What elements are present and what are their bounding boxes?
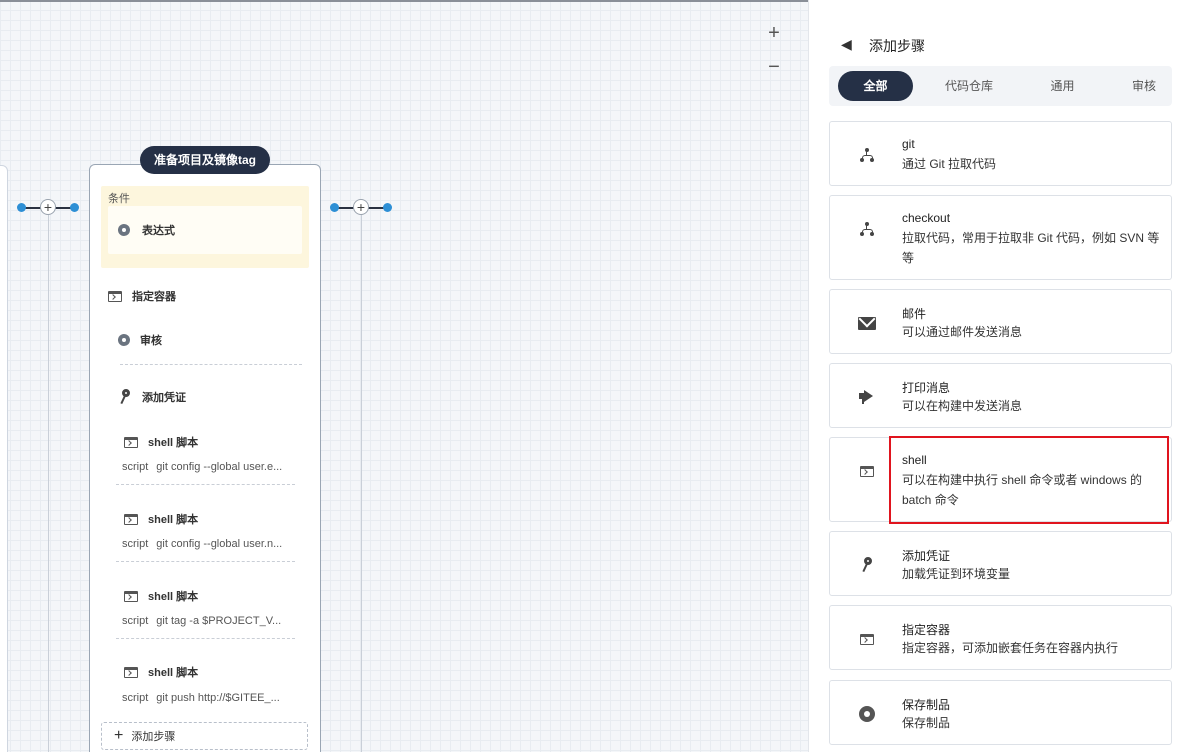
back-arrow-icon[interactable]: ◀ — [841, 36, 852, 53]
connector-dot — [383, 203, 392, 212]
card-desc: 指定容器，可添加嵌套任务在容器内执行 — [902, 641, 1119, 655]
step-shell-4[interactable]: shell 脚本 — [124, 664, 198, 680]
terminal-icon — [124, 436, 138, 448]
step-label: 审核 — [140, 335, 162, 347]
zoom-out-button[interactable]: − — [763, 56, 785, 78]
add-stage-button-right[interactable]: + — [353, 199, 369, 215]
step-shell-1[interactable]: shell 脚本 — [124, 434, 198, 450]
step-card-git[interactable]: git 通过 Git 拉取代码 — [829, 121, 1172, 186]
add-stage-button-left[interactable]: + — [40, 199, 56, 215]
step-card-add-credential[interactable]: 添加凭证 加载凭证到环境变量 — [829, 531, 1172, 596]
card-title: 打印消息 — [902, 381, 951, 395]
panel-title: 添加步骤 — [869, 38, 925, 54]
connector-dot — [330, 203, 339, 212]
step-review[interactable]: 审核 — [118, 332, 162, 348]
pipeline-canvas[interactable]: + − + + 准备项目及镜像tag 条件 表达式 指定容器 审核 添加凭证 s… — [0, 0, 808, 752]
megaphone-icon — [858, 388, 876, 406]
connector-dot — [70, 203, 79, 212]
expression-icon — [118, 224, 130, 236]
artifact-icon — [858, 705, 876, 723]
step-label: 添加凭证 — [142, 392, 186, 404]
script-line: script git tag -a $PROJECT_V... — [122, 615, 282, 627]
connector-line-left — [48, 214, 49, 752]
card-desc: 可以在构建中发送消息 — [902, 399, 1023, 413]
terminal-icon — [858, 630, 876, 648]
script-line: script git config --global user.n... — [122, 538, 283, 550]
terminal-icon — [124, 513, 138, 525]
condition-expression[interactable]: 表达式 — [108, 206, 302, 254]
card-title: 指定容器 — [902, 623, 951, 637]
card-desc: 可以在构建中执行 shell 命令或者 windows 的 batch 命令 — [902, 473, 1143, 507]
git-branch-icon — [858, 146, 876, 164]
top-divider — [0, 0, 808, 2]
step-label: 指定容器 — [132, 291, 176, 303]
step-shell-2[interactable]: shell 脚本 — [124, 511, 198, 527]
tab-review[interactable]: 审核 — [1119, 71, 1169, 101]
step-card-shell[interactable]: shell 可以在构建中执行 shell 命令或者 windows 的 batc… — [829, 437, 1172, 522]
expression-label: 表达式 — [142, 225, 175, 237]
step-label: shell 脚本 — [148, 591, 199, 603]
connector-dot — [17, 203, 26, 212]
add-step-label: 添加步骤 — [131, 731, 176, 743]
previous-stage-card[interactable] — [0, 165, 8, 752]
step-card-save-artifact[interactable]: 保存制品 保存制品 — [829, 680, 1172, 745]
condition-box[interactable]: 条件 表达式 — [101, 186, 309, 268]
step-label: shell 脚本 — [148, 667, 199, 679]
card-desc: 可以通过邮件发送消息 — [902, 325, 1023, 339]
card-title: checkout — [902, 211, 951, 225]
tab-general[interactable]: 通用 — [1025, 71, 1100, 101]
card-desc: 保存制品 — [902, 716, 951, 730]
add-step-button[interactable]: + 添加步骤 — [101, 722, 308, 750]
condition-label: 条件 — [108, 193, 130, 205]
card-title: git — [902, 137, 915, 151]
card-title: 邮件 — [902, 307, 927, 321]
script-line: script git push http://$GITEE_... — [122, 692, 280, 704]
step-card-checkout[interactable]: checkout 拉取代码，常用于拉取非 Git 代码，例如 SVN 等等 — [829, 195, 1172, 280]
card-desc: 拉取代码，常用于拉取非 Git 代码，例如 SVN 等等 — [902, 231, 1160, 265]
card-title: shell — [902, 453, 927, 467]
review-icon — [118, 334, 130, 346]
stage-title[interactable]: 准备项目及镜像tag — [140, 146, 270, 174]
terminal-icon — [858, 462, 876, 480]
step-shell-3[interactable]: shell 脚本 — [124, 588, 198, 604]
connector-line-right — [361, 214, 362, 752]
key-icon — [858, 556, 876, 574]
divider — [120, 364, 302, 365]
step-label: shell 脚本 — [148, 514, 199, 526]
key-icon — [118, 389, 132, 405]
step-card-container[interactable]: 指定容器 指定容器，可添加嵌套任务在容器内执行 — [829, 605, 1172, 670]
divider — [116, 561, 295, 562]
divider — [116, 484, 295, 485]
card-title: 添加凭证 — [902, 549, 951, 563]
step-container[interactable]: 指定容器 — [108, 288, 176, 304]
git-branch-icon — [858, 220, 876, 238]
terminal-icon — [124, 590, 138, 602]
add-step-panel: ◀ 添加步骤 全部 代码仓库 通用 审核 git 通过 Git 拉取代码 che… — [808, 0, 1181, 752]
zoom-in-button[interactable]: + — [763, 22, 785, 44]
category-tabs: 全部 代码仓库 通用 审核 — [829, 66, 1172, 106]
terminal-icon — [124, 666, 138, 678]
plus-icon: + — [114, 727, 124, 744]
tab-all[interactable]: 全部 — [838, 71, 913, 101]
divider — [116, 638, 295, 639]
mail-icon — [858, 314, 876, 332]
script-line: script git config --global user.e... — [122, 461, 283, 473]
step-card-print-message[interactable]: 打印消息 可以在构建中发送消息 — [829, 363, 1172, 428]
step-label: shell 脚本 — [148, 437, 199, 449]
card-desc: 通过 Git 拉取代码 — [902, 157, 997, 171]
card-desc: 加载凭证到环境变量 — [902, 567, 1011, 581]
step-credential[interactable]: 添加凭证 — [118, 389, 186, 405]
card-title: 保存制品 — [902, 698, 951, 712]
terminal-icon — [108, 290, 122, 302]
tab-code-repo[interactable]: 代码仓库 — [929, 71, 1009, 101]
step-card-mail[interactable]: 邮件 可以通过邮件发送消息 — [829, 289, 1172, 354]
